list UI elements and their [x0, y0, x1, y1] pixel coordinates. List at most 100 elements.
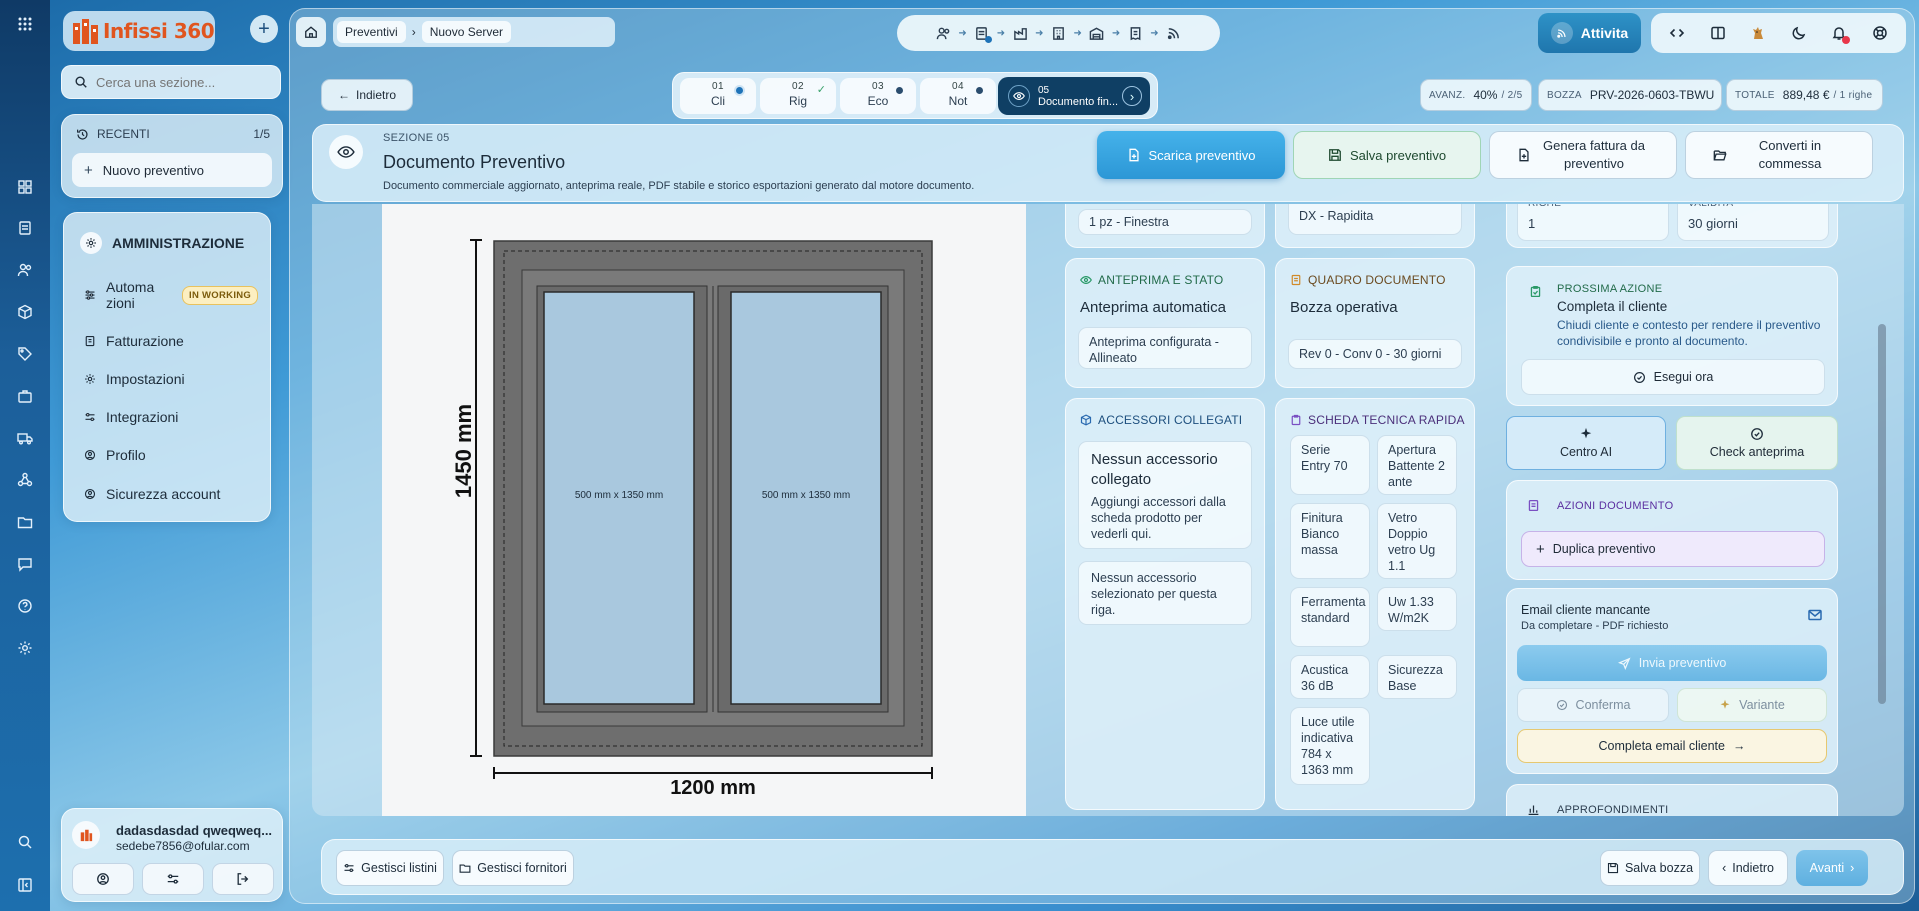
- file-plus-icon: [1517, 148, 1531, 162]
- building-icon[interactable]: [1048, 22, 1070, 44]
- sidebar-item-fatturazione[interactable]: Fatturazione: [84, 333, 184, 349]
- spec-item: Sicurezza Base: [1377, 655, 1457, 699]
- clipboard-icon: [1290, 414, 1302, 426]
- chevron-right-icon[interactable]: ›: [1122, 86, 1142, 106]
- confirm-button[interactable]: Conferma: [1517, 688, 1669, 722]
- folder-open-icon: [1713, 148, 1727, 162]
- complete-email-button[interactable]: Completa email cliente →: [1517, 729, 1827, 763]
- step-label: Cli: [711, 94, 725, 108]
- email-missing-card: Email cliente mancante Da completare - P…: [1506, 588, 1838, 774]
- run-now-button[interactable]: Esegui ora: [1521, 359, 1825, 395]
- ai-center-button[interactable]: Centro AI: [1506, 416, 1666, 470]
- split-view-icon[interactable]: [1704, 19, 1732, 47]
- warehouse-icon[interactable]: [1086, 22, 1108, 44]
- chevron-left-icon: ‹: [1722, 861, 1727, 875]
- duplicate-quote-button[interactable]: + Duplica preventivo: [1521, 531, 1825, 567]
- rss-icon[interactable]: [1163, 22, 1185, 44]
- activity-button[interactable]: Attivita: [1538, 13, 1641, 53]
- button-label: Salva bozza: [1624, 861, 1694, 875]
- users-icon[interactable]: [13, 258, 37, 282]
- help-icon[interactable]: [13, 594, 37, 618]
- truck-icon[interactable]: [13, 426, 37, 450]
- logout-button[interactable]: [212, 863, 274, 895]
- users-icon[interactable]: [932, 22, 954, 44]
- accessories-empty-title: Nessun accessorio collegato: [1091, 451, 1218, 488]
- add-button[interactable]: +: [250, 15, 278, 43]
- arrow-right-icon: ➜: [996, 27, 1006, 39]
- tag-icon[interactable]: [13, 342, 37, 366]
- chat-icon[interactable]: [13, 552, 37, 576]
- manage-suppliers-button[interactable]: Gestisci fornitori: [452, 850, 574, 886]
- right-panel: RIGHE 1 VALIDITA 30 giorni PROSSIMA AZIO…: [1506, 204, 1850, 816]
- generate-invoice-button[interactable]: Genera fattura da preventivo: [1489, 131, 1677, 179]
- check-preview-button[interactable]: Check anteprima: [1676, 416, 1838, 470]
- breadcrumb-item[interactable]: Preventivi: [337, 21, 406, 43]
- arrow-right-icon: →: [1732, 739, 1746, 753]
- document-overview-main: Bozza operativa: [1290, 299, 1398, 316]
- variant-button[interactable]: Variante: [1677, 688, 1827, 722]
- scrollbar[interactable]: [1878, 204, 1886, 816]
- notification-bell-icon[interactable]: [1825, 19, 1853, 47]
- step-cliente[interactable]: 01 Cli: [680, 78, 756, 114]
- settings-gear-icon[interactable]: [13, 636, 37, 660]
- network-icon[interactable]: [13, 468, 37, 492]
- avatar[interactable]: [72, 821, 100, 849]
- document-icon[interactable]: [13, 216, 37, 240]
- folder-icon[interactable]: [13, 510, 37, 534]
- gear-icon: [84, 373, 96, 385]
- preview-status-main: Anteprima automatica: [1080, 299, 1226, 316]
- support-lifebuoy-icon[interactable]: [1866, 19, 1894, 47]
- apps-grid-icon[interactable]: [13, 12, 37, 36]
- briefcase-icon[interactable]: [13, 384, 37, 408]
- next-action-desc: Chiudi cliente e contesto per rendere il…: [1557, 318, 1821, 348]
- send-quote-button[interactable]: Invia preventivo: [1517, 645, 1827, 681]
- section-header: SEZIONE 05 Documento Preventivo Document…: [312, 124, 1904, 202]
- download-quote-button[interactable]: Scarica preventivo: [1097, 131, 1285, 179]
- stat-value: 889,48 €: [1782, 88, 1830, 102]
- search-icon[interactable]: [13, 830, 37, 854]
- save-draft-button[interactable]: Salva bozza: [1600, 850, 1700, 886]
- receipt-icon[interactable]: [1124, 22, 1146, 44]
- sidebar-item-integrazioni[interactable]: Integrazioni: [84, 409, 178, 425]
- profile-button[interactable]: [72, 863, 134, 895]
- step-economia[interactable]: 03 Eco: [840, 78, 916, 114]
- dashboard-icon[interactable]: [13, 175, 37, 199]
- manage-price-lists-button[interactable]: Gestisci listini: [336, 850, 444, 886]
- mail-icon[interactable]: [1807, 607, 1823, 623]
- dark-mode-icon[interactable]: [1785, 19, 1813, 47]
- button-label: Centro AI: [1559, 445, 1613, 459]
- search-input[interactable]: [96, 74, 266, 90]
- collapse-sidebar-icon[interactable]: [13, 873, 37, 897]
- step-righe[interactable]: 02 Rig ✓: [760, 78, 836, 114]
- back-label: Indietro: [355, 88, 397, 102]
- sparkles-icon: [1719, 699, 1731, 711]
- spec-item: Apertura Battente 2 ante: [1377, 435, 1457, 495]
- sidebar-item-sicurezza[interactable]: Sicurezza account: [84, 486, 220, 502]
- box-icon[interactable]: [13, 300, 37, 324]
- mascot-icon[interactable]: [1744, 19, 1772, 47]
- card-header: ANTEPRIMA E STATO: [1080, 273, 1223, 287]
- recent-item-new-quote[interactable]: + Nuovo preventivo: [72, 153, 272, 187]
- back-step-button[interactable]: ‹ Indietro: [1708, 850, 1788, 886]
- factory-icon[interactable]: [1009, 22, 1031, 44]
- step-documento-active[interactable]: 05 Documento fin... ›: [998, 77, 1150, 115]
- sidebar-item-automazioni[interactable]: Automa zioni IN WORKING: [84, 279, 259, 311]
- sidebar-item-impostazioni[interactable]: Impostazioni: [84, 371, 185, 387]
- step-note[interactable]: 04 Not: [920, 78, 996, 114]
- home-button[interactable]: [296, 17, 326, 47]
- admin-panel: AMMINISTRAZIONE Automa zioni IN WORKING …: [63, 212, 271, 522]
- document-active-icon[interactable]: [971, 22, 993, 44]
- convert-order-button[interactable]: Converti in commessa: [1685, 131, 1873, 179]
- back-button[interactable]: ← Indietro: [321, 79, 413, 111]
- scrollbar-thumb[interactable]: [1878, 324, 1886, 704]
- code-icon[interactable]: [1663, 19, 1691, 47]
- preferences-button[interactable]: [142, 863, 204, 895]
- sidebar-item-profilo[interactable]: Profilo: [84, 447, 146, 463]
- next-step-button[interactable]: Avanti ›: [1796, 850, 1868, 886]
- app-logo[interactable]: Infissi 360: [63, 11, 215, 51]
- sidebar-search[interactable]: [61, 65, 281, 99]
- user-circle-icon: [84, 488, 96, 500]
- rows-value: 1: [1528, 216, 1536, 231]
- breadcrumb-item[interactable]: Nuovo Server: [421, 21, 512, 43]
- save-quote-button[interactable]: Salva preventivo: [1293, 131, 1481, 179]
